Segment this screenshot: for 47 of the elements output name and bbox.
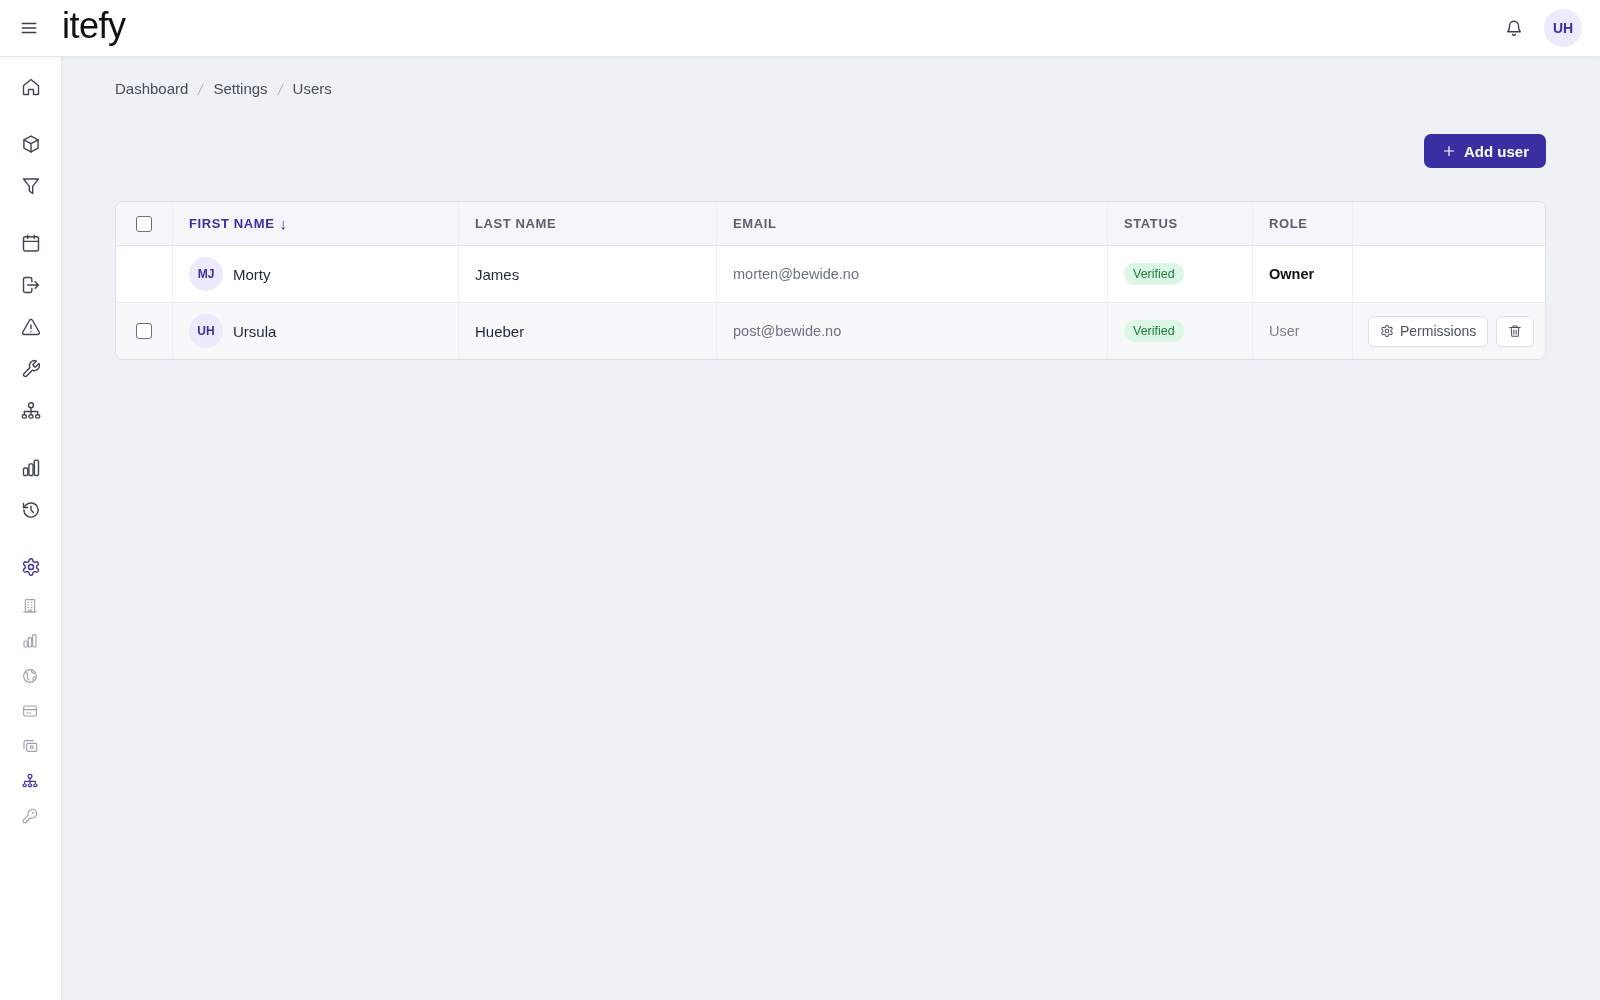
settings-icon[interactable]	[20, 557, 41, 577]
logo[interactable]: itefy	[62, 8, 126, 48]
permissions-button[interactable]: Permissions	[1368, 315, 1489, 347]
breadcrumb-link[interactable]: Dashboard	[115, 79, 189, 99]
home-icon[interactable]	[20, 77, 41, 97]
gear-icon	[1380, 324, 1394, 338]
user-initials-avatar: MJ	[189, 257, 223, 291]
bar-chart-icon[interactable]	[20, 458, 41, 478]
status-badge: Verified	[1124, 263, 1184, 285]
card-icon[interactable]	[21, 702, 38, 719]
bell-icon[interactable]	[1505, 19, 1523, 37]
cash-icon[interactable]	[21, 737, 38, 754]
last-name: James	[475, 265, 520, 283]
exit-arrow-icon[interactable]	[20, 275, 41, 295]
wrench-icon[interactable]	[20, 359, 41, 379]
hierarchy-icon[interactable]	[21, 772, 38, 789]
plus-icon	[1443, 145, 1455, 157]
status-badge: Verified	[1124, 320, 1184, 342]
hierarchy-icon[interactable]	[20, 401, 41, 421]
trash-icon	[1508, 324, 1523, 338]
email-address: morten@bewide.no	[733, 266, 859, 282]
column-header[interactable]: STATUS	[1124, 216, 1178, 231]
column-header[interactable]: ROLE	[1269, 216, 1308, 231]
delete-button[interactable]	[1496, 315, 1535, 347]
first-name: Morty	[233, 265, 271, 283]
add-user-button[interactable]: Add user	[1424, 134, 1546, 168]
checkbox[interactable]	[136, 323, 152, 339]
funnel-icon[interactable]	[20, 176, 41, 196]
user-initials-avatar: UH	[189, 314, 223, 348]
breadcrumb-link[interactable]: Users	[292, 79, 332, 99]
cube-icon[interactable]	[20, 134, 41, 154]
column-header[interactable]: EMAIL	[733, 216, 777, 231]
last-name: Hueber	[475, 322, 525, 340]
column-header[interactable]: LAST NAME	[475, 216, 557, 231]
first-name: Ursula	[233, 322, 277, 340]
role-label: Owner	[1269, 266, 1315, 282]
warning-icon[interactable]	[20, 317, 41, 337]
email-address: post@bewide.no	[733, 323, 842, 339]
building-icon[interactable]	[21, 597, 38, 614]
role-label: User	[1269, 323, 1300, 339]
history-icon[interactable]	[20, 500, 41, 520]
key-icon[interactable]	[21, 807, 38, 824]
breadcrumb-link[interactable]: Settings	[213, 79, 268, 99]
checkbox[interactable]	[136, 215, 152, 232]
calendar-icon[interactable]	[20, 233, 41, 253]
column-header[interactable]: FIRST NAME ↓	[189, 215, 287, 232]
user-avatar[interactable]: UH	[1544, 9, 1582, 47]
